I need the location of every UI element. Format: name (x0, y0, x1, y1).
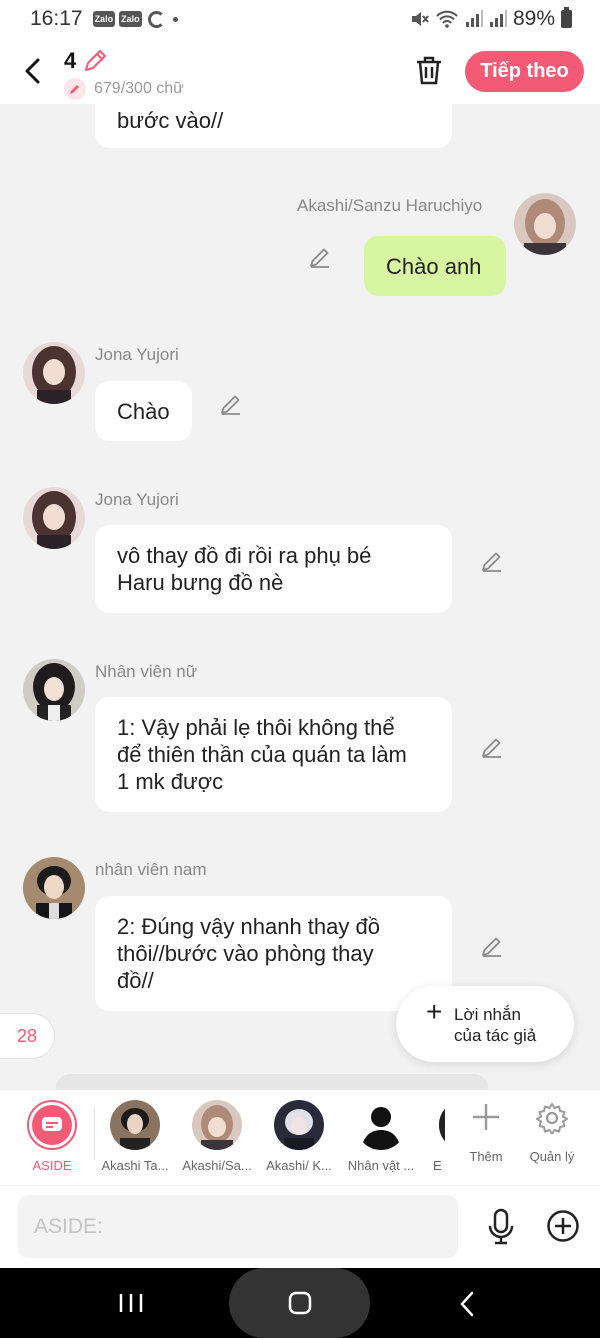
edit-title-icon[interactable] (82, 48, 108, 74)
manage-label: Quản lý (529, 1149, 575, 1164)
message-line: 2: Đúng vậy nhanh thay đồ (117, 914, 380, 939)
character-avatar (192, 1100, 242, 1150)
message-text: Chào anh (386, 254, 482, 279)
character-selector: ASIDE Akashi Ta... Akashi/Sa... Akashi/ … (0, 1089, 600, 1185)
speaker-name: Akashi/Sanzu Haruchiyo (297, 196, 483, 215)
message-line: để thiên thần của quán ta làm (117, 742, 407, 767)
home-button[interactable] (229, 1268, 370, 1338)
speaker-name: Jona Yujori (95, 345, 179, 364)
microphone-icon[interactable] (486, 1208, 516, 1246)
zalo-notification-icon: Zalo (119, 11, 142, 27)
trash-icon (417, 56, 441, 85)
chevron-left-icon (25, 58, 40, 84)
message-bubble[interactable]: bước vào// (95, 104, 452, 148)
add-label: Thêm (469, 1149, 503, 1164)
character-item[interactable]: Akashi/Sa... (177, 1100, 257, 1173)
edit-icon[interactable] (480, 735, 504, 759)
delete-button[interactable] (414, 54, 444, 86)
character-item[interactable]: Akashi Ta... (95, 1100, 175, 1173)
character-avatar (274, 1100, 324, 1150)
pencil-icon (64, 78, 86, 100)
add-circle-icon[interactable] (546, 1209, 580, 1243)
character-avatar (356, 1100, 406, 1150)
plus-icon: + (426, 996, 443, 1027)
edit-icon[interactable] (219, 392, 243, 416)
home-icon (288, 1291, 311, 1315)
message-bubble[interactable]: 2: Đúng vậy nhanh thay đồ thôi//bước vào… (95, 896, 452, 1011)
plus-icon (473, 1104, 499, 1130)
author-note-label: Lời nhắn (454, 1005, 521, 1024)
message-text: Chào (117, 399, 170, 424)
character-avatar (439, 1100, 445, 1150)
more-notifications-dot (172, 16, 178, 22)
author-note-label: của tác giả (454, 1026, 537, 1045)
message-text: bước vào// (117, 108, 224, 133)
chat-area: bước vào// Akashi/Sanzu Haruchiyo Chào a… (0, 104, 600, 1089)
message-bubble[interactable]: Chào anh (364, 236, 506, 296)
add-character-button[interactable]: Thêm (456, 1102, 516, 1164)
zalo-notification-icon: Zalo (92, 11, 116, 27)
recent-apps-icon[interactable] (118, 1292, 144, 1314)
editor-header: 4 679/300 chữ Tiếp theo (0, 38, 600, 104)
character-label: Nhân vật ... (347, 1158, 415, 1173)
back-nav-icon[interactable] (457, 1290, 477, 1318)
character-label: Akashi Ta... (101, 1158, 169, 1173)
status-time: 16:17 (30, 7, 83, 30)
message-input[interactable] (18, 1195, 458, 1258)
message-bubble[interactable]: Chào (95, 381, 192, 441)
message-bubble[interactable]: vô thay đồ đi rồi ra phụ bé Haru bưng đồ… (95, 525, 452, 613)
character-item[interactable]: Nhân vật ... (341, 1100, 421, 1173)
aside-icon (27, 1100, 77, 1150)
character-label: ASIDE (32, 1158, 72, 1173)
character-label: Akashi/ K... (266, 1158, 332, 1173)
message-line: thôi//bước vào phòng thay (117, 941, 374, 966)
gear-icon (536, 1103, 568, 1135)
message-line: vô thay đồ đi rồi ra phụ bé (117, 543, 372, 568)
word-count: 679/300 chữ (64, 78, 184, 100)
signal-icon (489, 10, 507, 27)
edit-icon[interactable] (480, 549, 504, 573)
avatar[interactable] (23, 342, 85, 404)
message-line: đồ// (117, 968, 154, 993)
speaker-name: Nhân viên nữ (95, 662, 198, 681)
manage-button[interactable]: Quản lý (522, 1102, 582, 1164)
sync-icon (147, 10, 165, 28)
avatar[interactable] (23, 487, 85, 549)
message-line: 1 mk được (117, 769, 224, 794)
input-bar (0, 1185, 600, 1268)
avatar[interactable] (23, 857, 85, 919)
wifi-icon (436, 10, 458, 28)
edit-icon[interactable] (308, 245, 332, 269)
character-item[interactable]: Akashi/ K... (259, 1100, 339, 1173)
avatar[interactable] (23, 659, 85, 721)
avatar[interactable] (514, 193, 576, 255)
speaker-name: nhân viên nam (95, 860, 207, 879)
message-line: Haru bưng đồ nè (117, 570, 284, 595)
system-nav-bar (0, 1268, 600, 1338)
mute-icon (411, 12, 429, 26)
battery-icon (561, 7, 572, 28)
episode-number: 4 (64, 48, 77, 73)
character-label: Akashi/Sa... (182, 1158, 252, 1173)
next-button[interactable]: Tiếp theo (465, 51, 584, 92)
character-label: E (433, 1158, 442, 1173)
speaker-name: Jona Yujori (95, 490, 179, 509)
edit-icon[interactable] (480, 934, 504, 958)
character-avatar (110, 1100, 160, 1150)
status-bar: 16:17 Zalo Zalo 89% (0, 0, 600, 38)
word-count-text: 679/300 chữ (94, 80, 184, 97)
signal-icon (465, 10, 483, 27)
message-count-badge[interactable]: 28 (0, 1013, 55, 1059)
message-bubble[interactable]: 1: Vậy phải lẹ thôi không thể để thiên t… (95, 697, 452, 812)
character-item[interactable]: E (423, 1100, 445, 1173)
character-aside[interactable]: ASIDE (12, 1100, 92, 1173)
battery-percent: 89% (512, 7, 555, 30)
back-button[interactable] (18, 54, 48, 88)
author-note-button[interactable]: + Lời nhắn của tác giả (396, 986, 574, 1062)
message-line: 1: Vậy phải lẹ thôi không thể (117, 715, 395, 740)
